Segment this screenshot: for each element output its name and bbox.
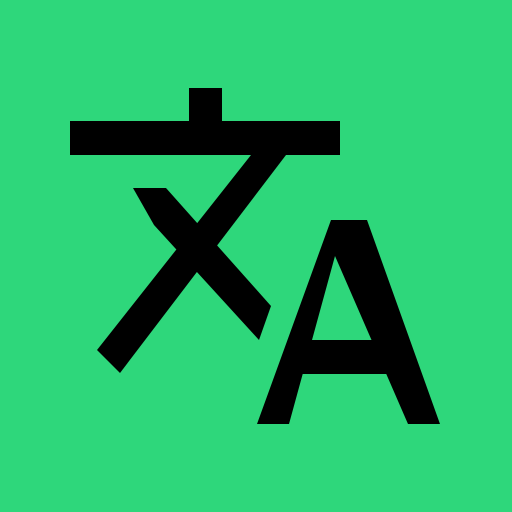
icon-background xyxy=(0,0,512,512)
translate-icon xyxy=(0,0,512,512)
translate-app-icon xyxy=(0,0,512,512)
